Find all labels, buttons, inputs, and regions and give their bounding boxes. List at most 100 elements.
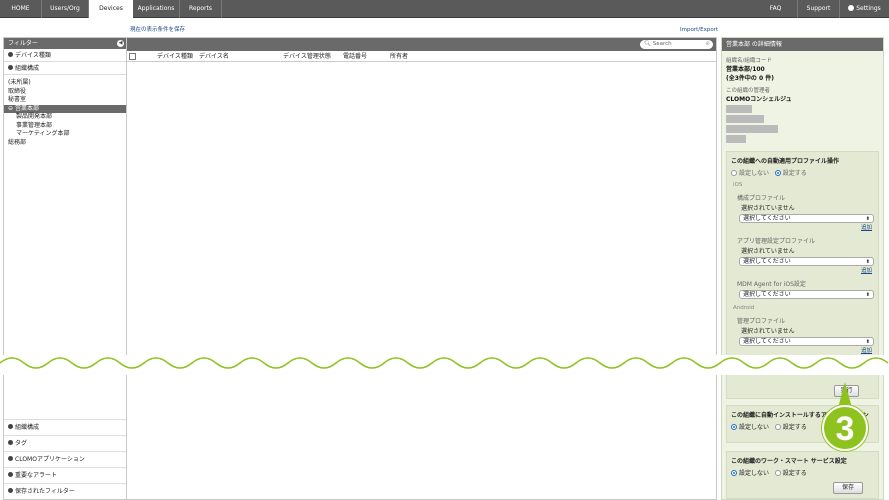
filter-section-tags[interactable]: タグ: [4, 435, 126, 451]
radio-on[interactable]: [774, 424, 781, 430]
tab-applications[interactable]: Applications: [133, 0, 180, 18]
filter-section-device-type[interactable]: デバイス種類: [4, 49, 126, 62]
org-item-selected[interactable]: ⊖ 営業本部: [4, 104, 126, 113]
expand-icon: [8, 488, 13, 493]
org-item[interactable]: 製品開発本部: [4, 113, 126, 122]
collapse-section-icon: [8, 65, 13, 70]
radio-off[interactable]: [731, 170, 737, 176]
redacted-block: [726, 135, 746, 143]
redacted-block: [726, 105, 752, 113]
profile-radio-group: 設定しない 設定する: [727, 167, 878, 178]
mdm-agent-select[interactable]: 選択してください ⬍: [739, 290, 874, 299]
settings-label: Settings: [856, 5, 881, 12]
section-label: 保存されたフィルター: [15, 488, 75, 495]
chevron-updown-icon: ⬍: [865, 292, 870, 298]
tab-home[interactable]: HOME: [0, 0, 42, 18]
mgmt-profile-status: 選択されていません: [741, 328, 795, 335]
filter-section-alerts[interactable]: 重要なアラート: [4, 467, 126, 483]
top-nav: HOME Users/Org Devices Applications Repo…: [0, 0, 889, 19]
section-label: 組織構成: [15, 424, 40, 431]
grid-header: デバイス種類 デバイス名 デバイス管理状態 電話番号 所有者: [127, 51, 716, 62]
org-item[interactable]: 総務部: [4, 139, 126, 148]
work-radio-group: 設定しない 設定する: [727, 467, 878, 478]
search-placeholder: Search: [652, 41, 672, 47]
support-link[interactable]: Support: [797, 0, 839, 18]
grid-toolbar: 🔍︎ Search ⊗: [127, 38, 716, 51]
tab-users-org[interactable]: Users/Org: [42, 0, 89, 18]
column-device-name[interactable]: デバイス名: [199, 51, 229, 62]
save-button[interactable]: 保存: [833, 482, 863, 494]
config-profile-select[interactable]: 選択してください ⬍: [739, 214, 874, 223]
expand-icon: [8, 424, 13, 429]
org-tree: (未所属) 取締役 秘書室 ⊖ 営業本部 製品開発本部 事業管理本部 マーケティ…: [4, 75, 126, 147]
ios-label: iOS: [733, 182, 743, 188]
org-item[interactable]: 事業管理本部: [4, 122, 126, 131]
radio-off-label: 設定しない: [739, 424, 770, 431]
select-value: 選択してください: [743, 338, 791, 345]
step-number-badge: 3: [822, 405, 868, 451]
app-profile-add-link[interactable]: 追加: [727, 266, 878, 274]
app-profile-status: 選択されていません: [741, 248, 795, 255]
sidebar-title: フィルター: [8, 40, 38, 47]
radio-on[interactable]: [774, 470, 781, 476]
column-management-state[interactable]: デバイス管理状態: [283, 51, 331, 62]
column-owner[interactable]: 所有者: [390, 51, 408, 62]
org-item[interactable]: (未所属): [4, 79, 126, 88]
radio-on-label: 設定する: [782, 424, 807, 431]
chevron-updown-icon: ⬍: [865, 259, 870, 265]
settings-link[interactable]: Settings: [839, 0, 889, 18]
column-device-type[interactable]: デバイス種類: [157, 51, 193, 62]
faq-link[interactable]: FAQ: [758, 0, 793, 18]
select-value: 選択してください: [743, 258, 791, 265]
clear-icon[interactable]: ⊗: [705, 40, 710, 49]
save-condition-link[interactable]: 現在の表示条件を保存: [130, 25, 185, 33]
collapse-icon[interactable]: ◀: [117, 40, 124, 47]
tab-reports[interactable]: Reports: [180, 0, 222, 18]
org-code-label: 組織名/組織コード: [726, 58, 772, 64]
expand-icon: [8, 52, 13, 57]
org-code-value: 営業本部/100: [726, 66, 765, 73]
mdm-agent-label: MDM Agent for iOS設定: [737, 281, 806, 288]
column-phone[interactable]: 電話番号: [343, 51, 367, 62]
radio-off[interactable]: [731, 470, 737, 476]
section-label: タグ: [15, 440, 28, 447]
select-value: 選択してください: [743, 291, 791, 298]
org-count: (全3件中の 0 件): [726, 75, 775, 82]
filter-section-org[interactable]: 組織構成: [4, 62, 126, 75]
radio-on-label: 設定する: [782, 170, 807, 177]
select-value: 選択してください: [743, 215, 791, 222]
redacted-block: [726, 115, 764, 123]
filter-section-saved[interactable]: 保存されたフィルター: [4, 483, 126, 499]
radio-off-label: 設定しない: [739, 170, 770, 177]
select-all-checkbox[interactable]: [129, 53, 136, 60]
radio-on-label: 設定する: [782, 470, 807, 477]
sidebar-header: フィルター ◀: [4, 38, 126, 49]
expand-icon: [8, 472, 13, 477]
gear-icon: [848, 5, 855, 11]
chevron-updown-icon: ⬍: [865, 216, 870, 222]
redacted-block: [726, 125, 778, 133]
config-profile-label: 構成プロファイル: [737, 195, 786, 202]
device-grid: 🔍︎ Search ⊗ デバイス種類 デバイス名 デバイス管理状態 電話番号 所有…: [127, 37, 717, 500]
filter-sidebar: フィルター ◀ デバイス種類 組織構成 (未所属) 取締役 秘書室 ⊖ 営業本部…: [3, 37, 127, 500]
filter-section-org-bottom[interactable]: 組織構成: [4, 419, 126, 435]
section-label: CLOMOアプリケーション: [15, 456, 85, 463]
admin-value: CLOMOコンシェルジュ: [726, 96, 792, 103]
radio-off-label: 設定しない: [739, 470, 770, 477]
detail-title: 営業本部 の詳細情報: [722, 38, 883, 51]
search-input[interactable]: 🔍︎ Search ⊗: [640, 40, 713, 49]
tab-devices[interactable]: Devices: [89, 0, 133, 19]
config-profile-add-link[interactable]: 追加: [727, 223, 878, 231]
app-profile-select[interactable]: 選択してください ⬍: [739, 257, 874, 266]
radio-on[interactable]: [774, 170, 781, 176]
radio-off[interactable]: [731, 424, 737, 430]
org-item[interactable]: 取締役: [4, 88, 126, 97]
import-export-link[interactable]: Import/Export: [680, 27, 718, 33]
config-profile-status: 選択されていません: [741, 205, 795, 212]
expand-icon: [8, 440, 13, 445]
filter-section-clomo-apps[interactable]: CLOMOアプリケーション: [4, 451, 126, 467]
app-profile-label: アプリ管理設定プロファイル: [737, 238, 816, 245]
org-item-label: 営業本部: [14, 104, 39, 112]
org-item[interactable]: マーケティング本部: [4, 130, 126, 139]
org-item[interactable]: 秘書室: [4, 96, 126, 105]
